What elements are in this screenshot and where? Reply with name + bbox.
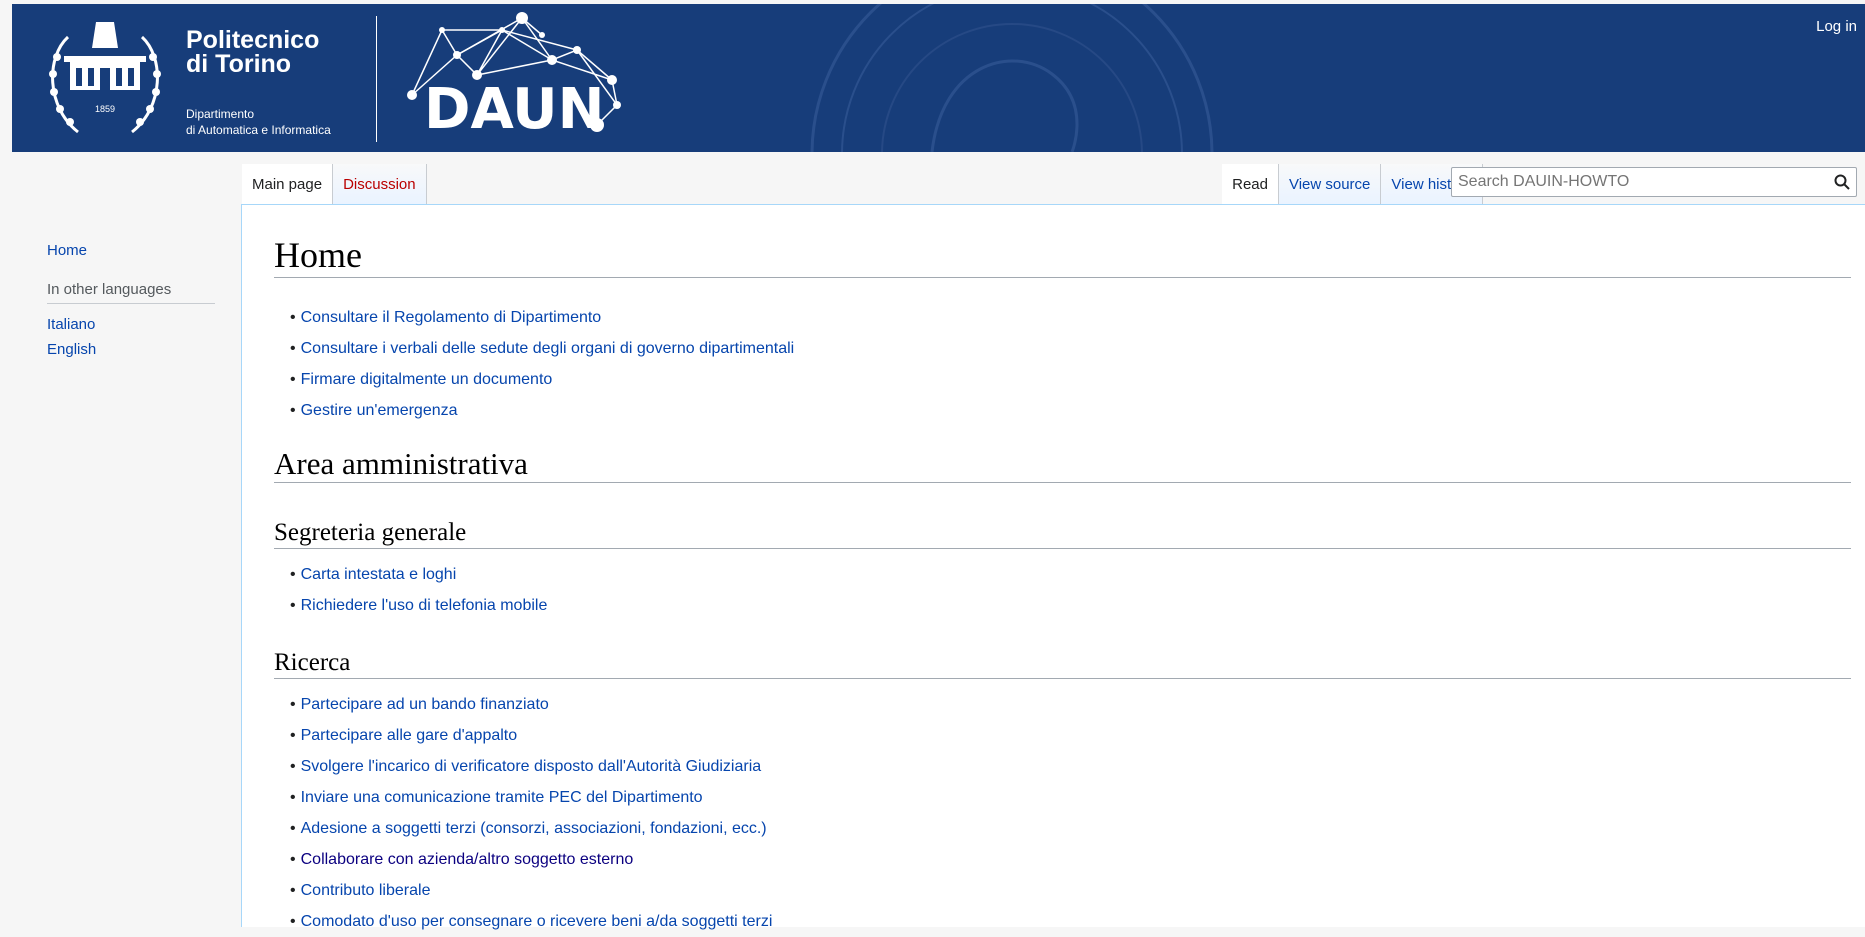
logo-divider xyxy=(376,16,377,142)
list-item: Partecipare ad un bando finanziato xyxy=(274,689,772,720)
link-bando[interactable]: Partecipare ad un bando finanziato xyxy=(301,696,549,713)
tab-discussion[interactable]: Discussion xyxy=(333,164,427,204)
list-item: Svolgere l'incarico di verificatore disp… xyxy=(274,751,772,782)
link-carta-intestata[interactable]: Carta intestata e loghi xyxy=(301,566,457,583)
daun-logo-icon: DAUN xyxy=(407,12,621,140)
list-item: Inviare una comunicazione tramite PEC de… xyxy=(274,782,772,813)
link-verbali[interactable]: Consultare i verbali delle sedute degli … xyxy=(301,340,795,357)
list-item: Adesione a soggetti terzi (consorzi, ass… xyxy=(274,813,772,844)
page-title: Home xyxy=(274,235,1851,278)
ricerca-link-list: Partecipare ad un bando finanziato Parte… xyxy=(274,689,773,937)
main-content: Home Consultare il Regolamento di Dipart… xyxy=(241,204,1865,930)
link-regolamento[interactable]: Consultare il Regolamento di Dipartiment… xyxy=(301,309,602,326)
search-box xyxy=(1451,167,1857,197)
tab-main-page[interactable]: Main page xyxy=(242,164,334,204)
link-contributo[interactable]: Contributo liberale xyxy=(301,882,431,899)
list-item: Collaborare con azienda/altro soggetto e… xyxy=(274,844,772,875)
login-link[interactable]: Log in xyxy=(1816,18,1857,35)
namespace-tabs: Main page Discussion xyxy=(242,164,427,204)
language-english[interactable]: English xyxy=(47,337,217,362)
list-item: Firmare digitalmente un documento xyxy=(274,364,794,395)
site-header: Log in 1859 Politecnico di Torino Dipart… xyxy=(12,4,1865,152)
logo-automatica: di Automatica e Informatica xyxy=(186,123,331,137)
link-adesione[interactable]: Adesione a soggetti terzi (consorzi, ass… xyxy=(301,820,767,837)
language-list: Italiano English xyxy=(47,312,217,362)
link-gare[interactable]: Partecipare alle gare d'appalto xyxy=(301,727,518,744)
view-tabs: Read View source View history xyxy=(1222,164,1483,204)
language-italiano[interactable]: Italiano xyxy=(47,312,217,337)
logo-dipartimento: Dipartimento xyxy=(186,107,255,121)
emblem-year: 1859 xyxy=(95,104,115,114)
segreteria-link-list: Carta intestata e loghi Richiedere l'uso… xyxy=(274,559,548,621)
list-item: Consultare il Regolamento di Dipartiment… xyxy=(274,302,794,333)
logo-di-torino: di Torino xyxy=(186,50,292,78)
link-emergenza[interactable]: Gestire un'emergenza xyxy=(301,402,458,419)
list-item: Consultare i verbali delle sedute degli … xyxy=(274,333,795,364)
languages-heading: In other languages xyxy=(47,281,215,304)
list-item: Gestire un'emergenza xyxy=(274,395,794,426)
list-item: Carta intestata e loghi xyxy=(274,559,547,590)
sidebar: Home In other languages Italiano English xyxy=(47,242,217,362)
list-item: Comodato d'uso per consegnare o ricevere… xyxy=(274,906,773,937)
tab-view-source[interactable]: View source xyxy=(1278,164,1382,204)
link-pec[interactable]: Inviare una comunicazione tramite PEC de… xyxy=(301,789,703,806)
sidebar-item-home[interactable]: Home xyxy=(47,242,217,259)
link-verificatore[interactable]: Svolgere l'incarico di verificatore disp… xyxy=(301,758,762,775)
link-telefonia[interactable]: Richiedere l'uso di telefonia mobile xyxy=(301,597,548,614)
section-area-amministrativa: Area amministrativa xyxy=(274,446,1851,483)
link-collaborare[interactable]: Collaborare con azienda/altro soggetto e… xyxy=(301,851,634,868)
tab-read[interactable]: Read xyxy=(1222,164,1279,204)
subsection-segreteria-generale: Segreteria generale xyxy=(274,518,1851,549)
politecnico-emblem-icon: 1859 xyxy=(49,22,161,134)
search-input[interactable] xyxy=(1452,168,1824,196)
intro-link-list: Consultare il Regolamento di Dipartiment… xyxy=(274,302,795,426)
list-item: Contributo liberale xyxy=(274,875,772,906)
list-item: Richiedere l'uso di telefonia mobile xyxy=(274,590,548,621)
link-comodato[interactable]: Comodato d'uso per consegnare o ricevere… xyxy=(301,913,773,930)
subsection-ricerca: Ricerca xyxy=(274,648,1851,679)
search-icon[interactable] xyxy=(1834,174,1850,190)
link-firmare[interactable]: Firmare digitalmente un documento xyxy=(301,371,553,388)
list-item: Partecipare alle gare d'appalto xyxy=(274,720,772,751)
daun-wordmark: DAUN xyxy=(424,77,604,140)
